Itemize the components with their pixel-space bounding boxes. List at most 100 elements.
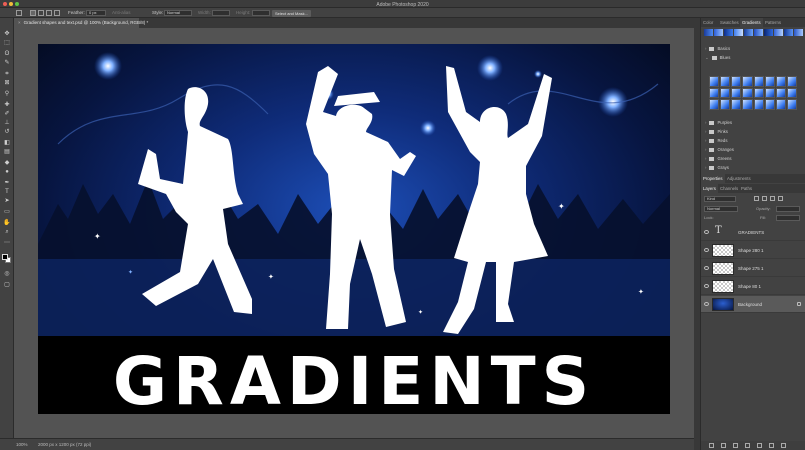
eraser-icon[interactable]: ◧ xyxy=(3,139,11,147)
pen-icon[interactable]: ✒ xyxy=(3,179,11,187)
gradient-swatch[interactable] xyxy=(774,29,783,36)
gradient-icon[interactable]: ▤ xyxy=(3,148,11,156)
gradient-swatch[interactable] xyxy=(704,29,713,36)
tab-patterns[interactable]: Patterns xyxy=(763,18,783,27)
antialias-checkbox[interactable]: Anti-alias xyxy=(112,10,131,15)
gradient-swatch[interactable] xyxy=(742,99,753,110)
new-group-icon[interactable] xyxy=(757,443,762,448)
filter-adjustment-icon[interactable] xyxy=(762,196,767,201)
gradient-swatch[interactable] xyxy=(775,87,786,99)
subtract-selection-icon[interactable] xyxy=(46,10,52,16)
quick-select-icon[interactable]: ✎ xyxy=(3,59,11,67)
gradient-swatch[interactable] xyxy=(731,76,742,87)
document-info[interactable]: 2000 px x 1200 px (72 ppi) xyxy=(38,442,91,447)
gradient-swatch[interactable] xyxy=(764,29,773,36)
new-selection-icon[interactable] xyxy=(30,10,36,16)
gradient-swatch[interactable] xyxy=(709,76,720,87)
style-select[interactable]: Normal xyxy=(164,10,192,16)
gradient-swatch[interactable] xyxy=(720,99,731,110)
canvas-area[interactable]: ✦ ✦ ✦ ✦ ✦ ✦ GRADIENTS xyxy=(14,28,694,438)
adjustment-layer-icon[interactable] xyxy=(745,443,750,448)
add-selection-icon[interactable] xyxy=(38,10,44,16)
lasso-icon[interactable]: ʘ xyxy=(3,50,11,58)
layer-style-icon[interactable] xyxy=(721,443,726,448)
more-tools-icon[interactable]: ⋯ xyxy=(3,239,11,247)
gradient-swatch[interactable] xyxy=(731,99,742,110)
gradient-swatch[interactable] xyxy=(724,29,733,36)
tab-channels[interactable]: Channels xyxy=(718,184,740,193)
blur-icon[interactable]: ◆ xyxy=(3,159,11,167)
layer-row-shape-80[interactable]: Shape 80 1 xyxy=(701,278,805,295)
layer-row-background[interactable]: Background xyxy=(701,296,805,313)
history-brush-icon[interactable]: ↺ xyxy=(3,128,11,136)
gradient-swatch[interactable] xyxy=(786,99,797,110)
eye-icon[interactable] xyxy=(704,284,709,288)
gradient-swatch[interactable] xyxy=(764,99,775,110)
gradient-swatch[interactable] xyxy=(720,87,731,99)
gradient-swatch[interactable] xyxy=(731,87,742,99)
tab-adjustments[interactable]: Adjustments xyxy=(725,174,753,183)
gradient-swatch[interactable] xyxy=(786,87,797,99)
healing-icon[interactable]: ✚ xyxy=(3,101,11,109)
tab-properties[interactable]: Properties xyxy=(701,174,725,183)
gradient-folder-pinks[interactable]: › Pinks xyxy=(705,129,728,136)
gradient-folder-basics[interactable]: › Basics xyxy=(705,46,730,53)
hand-icon[interactable]: ✋ xyxy=(3,219,11,227)
gradient-swatch[interactable] xyxy=(786,76,797,87)
gradient-folder-reds[interactable]: › Reds xyxy=(705,138,727,145)
gradient-swatch[interactable] xyxy=(784,29,793,36)
gradient-swatch[interactable] xyxy=(754,29,763,36)
move-icon[interactable]: ✥ xyxy=(3,30,11,38)
layer-filter-select[interactable]: Kind xyxy=(704,196,736,202)
type-icon[interactable]: T xyxy=(3,188,11,196)
clone-stamp-icon[interactable]: ⊥ xyxy=(3,119,11,127)
gradient-swatch[interactable] xyxy=(753,87,764,99)
gradient-swatch[interactable] xyxy=(764,76,775,87)
new-layer-icon[interactable] xyxy=(769,443,774,448)
gradient-folder-purples[interactable]: › Purples xyxy=(705,120,732,127)
crop-icon[interactable]: ⌗ xyxy=(3,70,11,78)
gradient-swatch[interactable] xyxy=(734,29,743,36)
gradient-folder-greens[interactable]: › Greens xyxy=(705,156,732,163)
eye-icon[interactable] xyxy=(704,230,709,234)
layer-mask-icon[interactable] xyxy=(733,443,738,448)
layer-row-shape-275[interactable]: Shape 275 1 xyxy=(701,260,805,277)
foreground-color-swatch[interactable] xyxy=(2,254,8,260)
document-tab[interactable]: × Gradient shapes and text.psd @ 100% (Ba… xyxy=(14,18,148,28)
gradient-swatch[interactable] xyxy=(764,87,775,99)
document-canvas[interactable]: ✦ ✦ ✦ ✦ ✦ ✦ GRADIENTS xyxy=(38,44,670,414)
tab-swatches[interactable]: Swatches xyxy=(718,18,741,27)
gradient-swatch[interactable] xyxy=(720,76,731,87)
gradient-folder-blues[interactable]: ⌄ Blues xyxy=(705,55,730,62)
gradient-swatch[interactable] xyxy=(709,87,720,99)
marquee-icon[interactable]: ⬚ xyxy=(3,39,11,47)
link-layers-icon[interactable] xyxy=(709,443,714,448)
eye-icon[interactable] xyxy=(704,302,709,306)
tab-paths[interactable]: Paths xyxy=(739,184,754,193)
gradient-swatch[interactable] xyxy=(775,99,786,110)
close-tab-icon[interactable]: × xyxy=(18,20,21,25)
tab-color[interactable]: Color xyxy=(701,18,715,27)
brush-icon[interactable]: ✐ xyxy=(3,110,11,118)
gradient-swatch[interactable] xyxy=(744,29,753,36)
screen-mode-icon[interactable]: ▢ xyxy=(3,281,11,289)
frame-icon[interactable]: ⊠ xyxy=(3,79,11,87)
gradient-swatch[interactable] xyxy=(753,76,764,87)
filter-type-icon[interactable] xyxy=(770,196,775,201)
rectangle-icon[interactable]: ▭ xyxy=(3,208,11,216)
gradient-swatch[interactable] xyxy=(775,76,786,87)
blend-mode-select[interactable]: Normal xyxy=(704,206,738,212)
tab-gradients[interactable]: Gradients xyxy=(740,18,763,27)
width-input[interactable] xyxy=(212,10,230,16)
layer-row-shape-280[interactable]: Shape 280 1 xyxy=(701,242,805,259)
zoom-icon[interactable]: ⌕ xyxy=(3,228,11,236)
gradient-swatch[interactable] xyxy=(709,99,720,110)
trash-icon[interactable] xyxy=(781,443,786,448)
zoom-level[interactable]: 100% xyxy=(16,442,28,447)
filter-shape-icon[interactable] xyxy=(778,196,783,201)
rect-marquee-icon[interactable] xyxy=(16,10,22,16)
intersect-selection-icon[interactable] xyxy=(54,10,60,16)
tab-layers[interactable]: Layers xyxy=(701,184,718,193)
feather-input[interactable]: 0 px xyxy=(86,10,106,16)
layer-row-gradients[interactable]: T GRADIENTS xyxy=(701,224,805,241)
